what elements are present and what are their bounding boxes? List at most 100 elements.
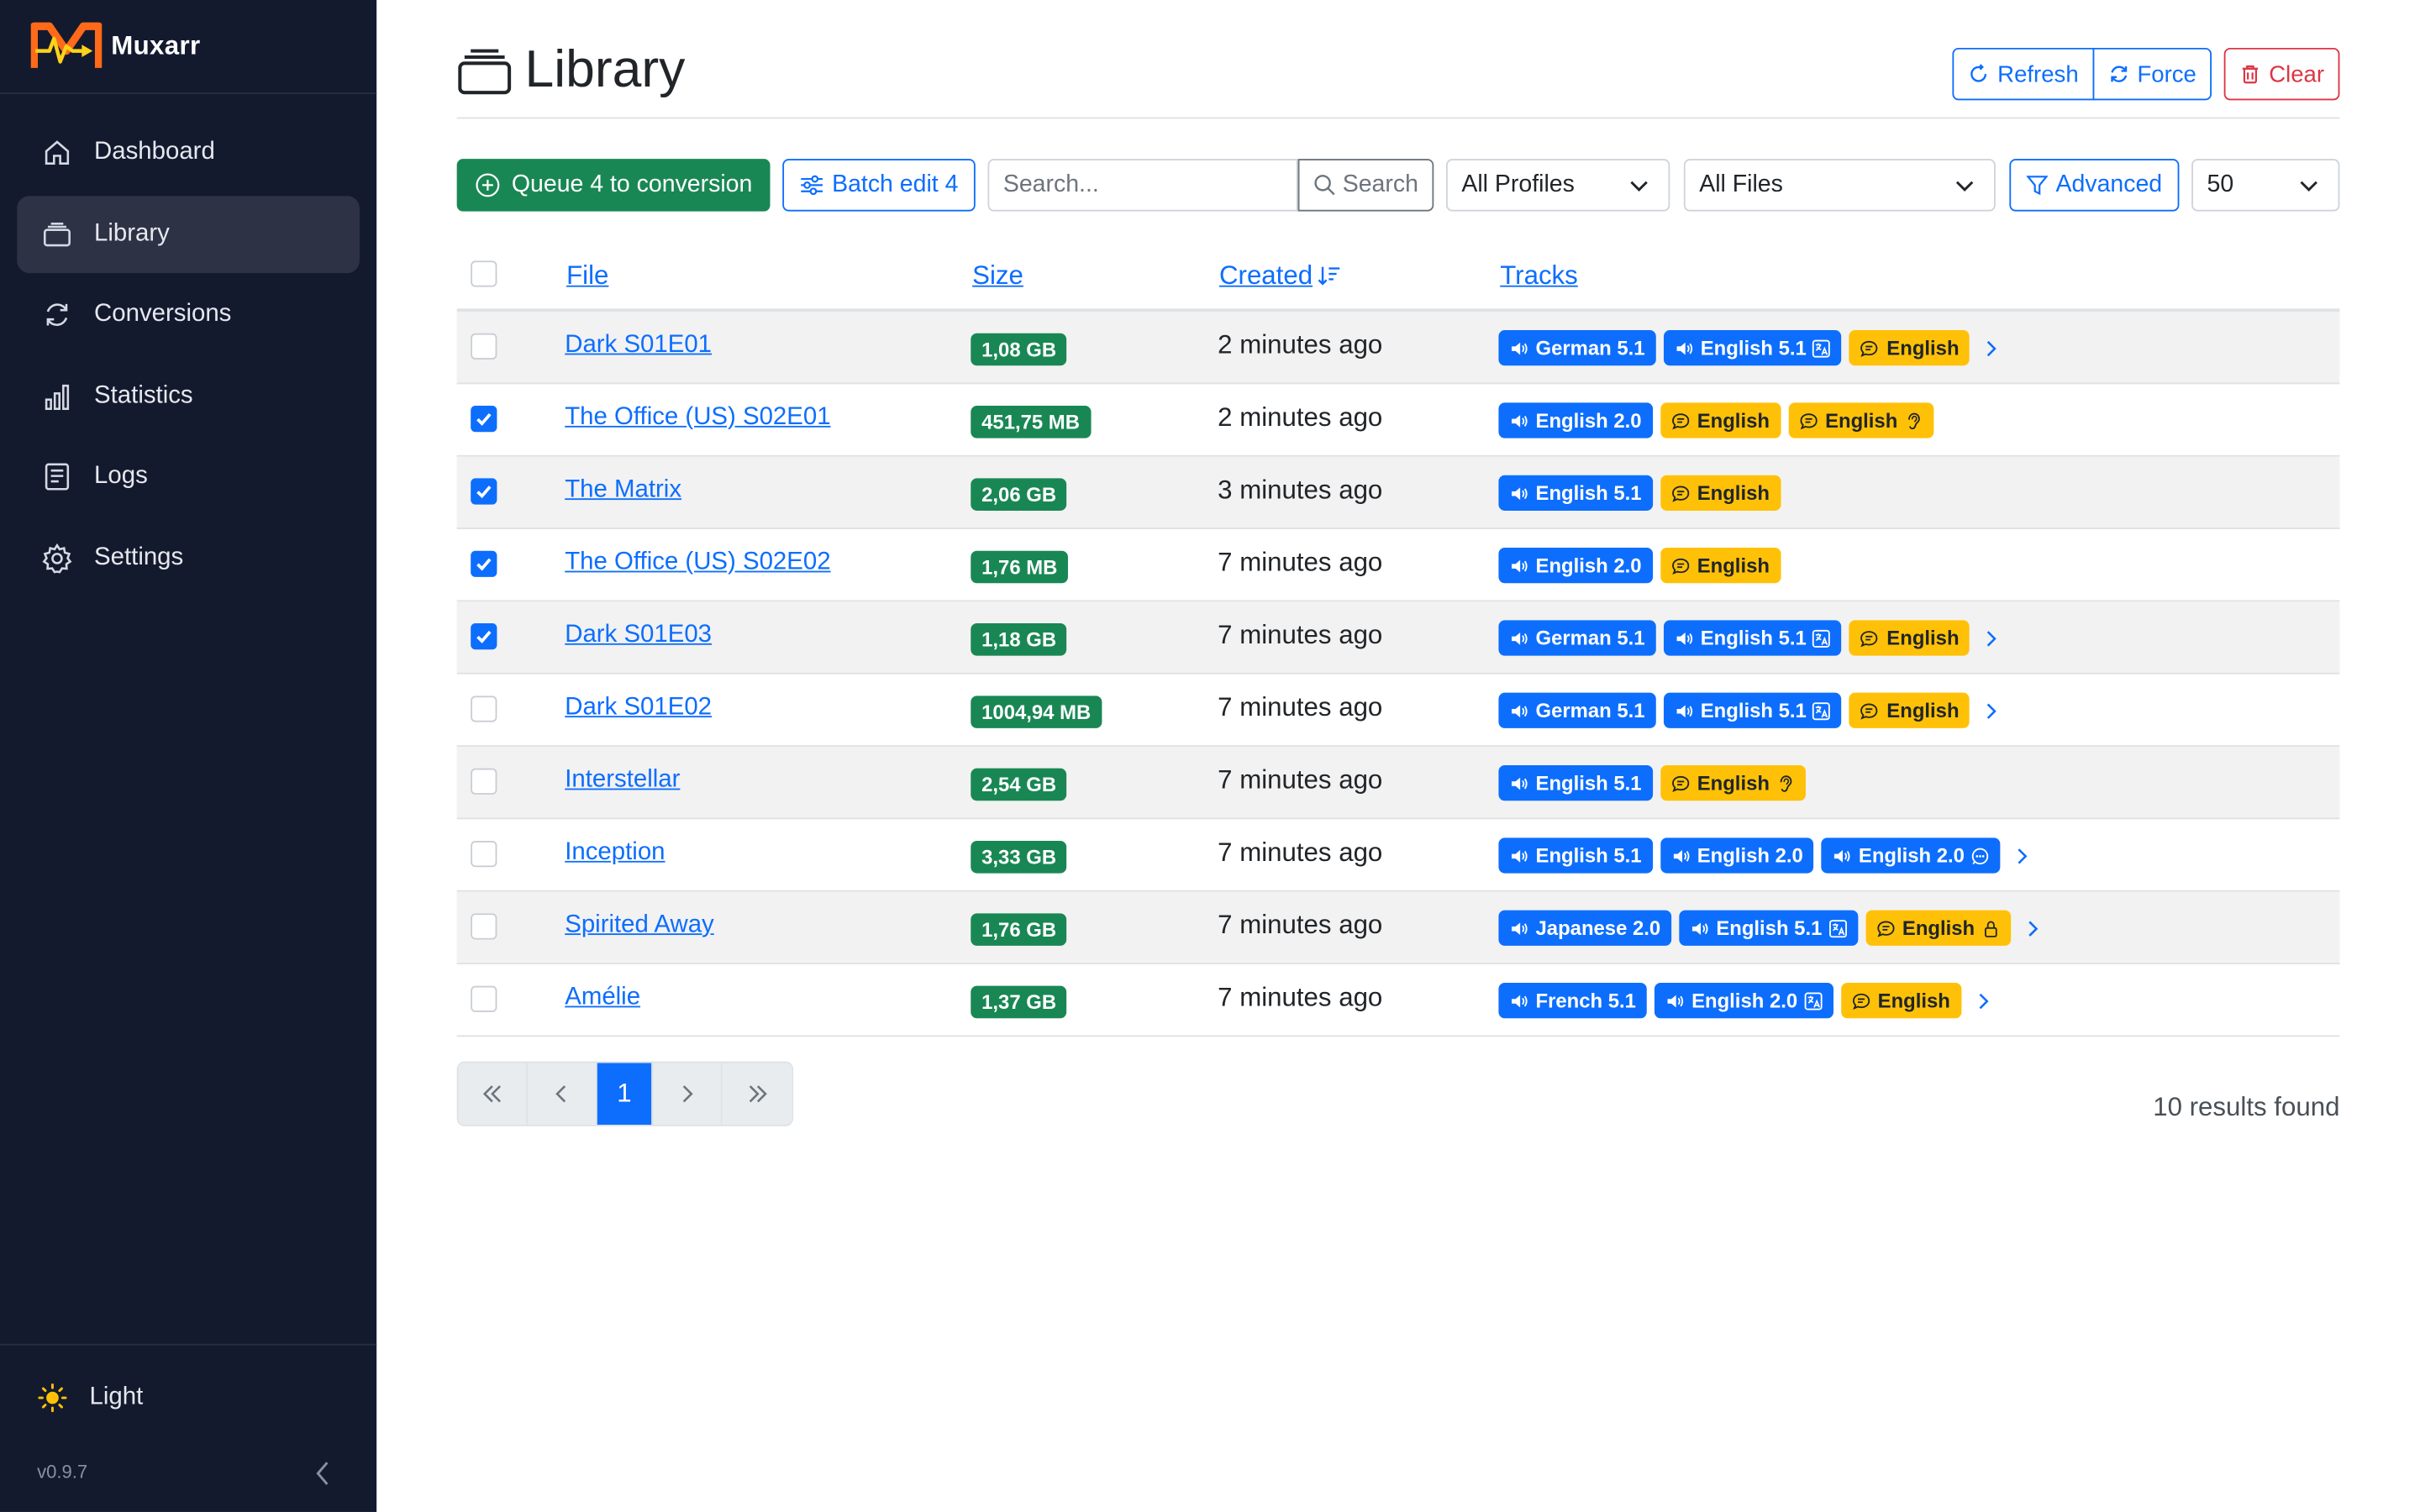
- audio-track-badge: English 5.1: [1663, 692, 1843, 728]
- size-badge: 1,08 GB: [971, 333, 1067, 366]
- created-time: 2 minutes ago: [1218, 402, 1383, 433]
- chevron-right-icon[interactable]: [2021, 917, 2043, 939]
- library-table: File Size Created Tracks Dark S01E01 1,08…: [456, 241, 2340, 1037]
- row-checkbox[interactable]: [471, 841, 497, 868]
- next-page-button[interactable]: [652, 1063, 723, 1125]
- row-checkbox[interactable]: [471, 696, 497, 722]
- chevron-right-icon[interactable]: [1981, 700, 2002, 722]
- file-link[interactable]: Dark S01E03: [565, 622, 712, 649]
- tracks-cell: German 5.1 English 5.1 English: [1498, 620, 2002, 656]
- table-row: Dark S01E02 1004,94 MB 7 minutes ago German…: [456, 675, 2340, 747]
- pagination: 1: [456, 1061, 794, 1126]
- refresh-button[interactable]: Refresh: [1952, 47, 2095, 101]
- sidebar-item-label: Conversions: [94, 301, 232, 328]
- sidebar-item-dashboard[interactable]: Dashboard: [17, 114, 360, 192]
- row-checkbox[interactable]: [471, 623, 497, 650]
- column-tracks-header[interactable]: Tracks: [1500, 260, 1578, 291]
- chevron-left-icon: [316, 1462, 329, 1485]
- column-created-header[interactable]: Created: [1219, 260, 1342, 291]
- collapse-sidebar-button[interactable]: [308, 1457, 336, 1490]
- search-input[interactable]: [987, 159, 1298, 212]
- file-link[interactable]: Dark S01E02: [565, 695, 712, 722]
- audio-track-badge: English 2.0: [1821, 837, 2001, 874]
- search-button[interactable]: Search: [1297, 159, 1434, 212]
- sidebar-item-statistics[interactable]: Statistics: [17, 357, 360, 434]
- chevron-right-icon[interactable]: [2011, 845, 2033, 867]
- row-checkbox[interactable]: [471, 478, 497, 505]
- subtitle-track-badge: English: [1849, 620, 1970, 656]
- file-link[interactable]: Spirited Away: [565, 911, 714, 939]
- sidebar-item-logs[interactable]: Logs: [17, 438, 360, 516]
- audio-track-badge: French 5.1: [1498, 982, 1647, 1019]
- batch-edit-button[interactable]: Batch edit 4: [782, 159, 976, 212]
- profile-filter-select[interactable]: All Profiles: [1445, 159, 1670, 212]
- refresh-icon: [1970, 64, 1987, 82]
- select-all-checkbox[interactable]: [471, 260, 497, 287]
- chevron-right-icon[interactable]: [1981, 337, 2002, 359]
- column-file-header[interactable]: File: [566, 260, 608, 291]
- clear-button[interactable]: Clear: [2223, 47, 2340, 101]
- chevron-right-icon[interactable]: [1981, 627, 2002, 649]
- track-label: English: [1697, 481, 1770, 505]
- row-checkbox[interactable]: [471, 333, 497, 360]
- row-checkbox[interactable]: [471, 913, 497, 940]
- file-filter-select[interactable]: All Files: [1683, 159, 1996, 212]
- tracks-cell: English 5.1 English 2.0 English 2.0: [1498, 837, 2033, 874]
- subtitle-icon: [1671, 557, 1689, 575]
- advanced-filter-button[interactable]: Advanced: [2009, 159, 2180, 212]
- table-row: Spirited Away 1,76 GB 7 minutes ago Japanes…: [456, 891, 2340, 964]
- table-row: Inception 3,33 GB 7 minutes ago English 5.1…: [456, 819, 2340, 892]
- page-size-select[interactable]: 50: [2191, 159, 2340, 212]
- created-time: 2 minutes ago: [1218, 330, 1383, 360]
- first-page-button[interactable]: [458, 1063, 529, 1125]
- lock-icon: [1984, 920, 1996, 937]
- subtitle-icon: [1799, 412, 1817, 429]
- file-link[interactable]: Dark S01E01: [565, 332, 712, 360]
- file-link[interactable]: The Matrix: [565, 477, 681, 505]
- column-size-header[interactable]: Size: [972, 260, 1023, 291]
- theme-toggle[interactable]: Light: [37, 1383, 143, 1414]
- brand[interactable]: Muxarr: [0, 0, 377, 95]
- speaker-icon: [1691, 921, 1708, 935]
- sidebar-item-conversions[interactable]: Conversions: [17, 276, 360, 354]
- file-link[interactable]: The Office (US) S02E02: [565, 549, 830, 577]
- file-link[interactable]: Interstellar: [565, 767, 680, 795]
- file-link[interactable]: Amélie: [565, 984, 640, 1012]
- created-time: 7 minutes ago: [1218, 692, 1383, 722]
- last-page-button[interactable]: [722, 1063, 792, 1125]
- track-label: English 2.0: [1691, 989, 1798, 1012]
- track-label: English 5.1: [1700, 699, 1807, 722]
- row-checkbox[interactable]: [471, 768, 497, 795]
- file-link[interactable]: Inception: [565, 839, 665, 867]
- queue-conversion-button[interactable]: Queue 4 to conversion: [456, 159, 771, 212]
- current-page-button[interactable]: 1: [597, 1063, 653, 1125]
- track-label: English 2.0: [1858, 843, 1965, 868]
- audio-track-badge: English 5.1: [1663, 620, 1843, 656]
- previous-page-button[interactable]: [528, 1063, 597, 1125]
- subtitle-icon: [1861, 630, 1879, 647]
- row-checkbox[interactable]: [471, 550, 497, 577]
- plus-circle-icon: [475, 173, 499, 197]
- speaker-icon: [1512, 486, 1528, 500]
- subtitle-icon: [1861, 339, 1879, 357]
- subtitle-track-badge: English: [1865, 910, 2011, 946]
- track-label: English 5.1: [1535, 771, 1642, 795]
- size-badge: 2,06 GB: [971, 478, 1067, 511]
- refresh-icon: [46, 303, 68, 326]
- size-badge: 1004,94 MB: [971, 696, 1102, 728]
- file-link[interactable]: The Office (US) S02E01: [565, 404, 830, 432]
- tracks-cell: German 5.1 English 5.1 English: [1498, 692, 2002, 728]
- sidebar-item-label: Settings: [94, 543, 184, 570]
- force-refresh-button[interactable]: Force: [2092, 47, 2212, 101]
- tracks-cell: French 5.1 English 2.0 English: [1498, 982, 1994, 1019]
- track-label: English 5.1: [1716, 916, 1823, 940]
- track-label: English: [1697, 408, 1770, 433]
- main-content: Library Refresh Force Clear Queue 4 to c…: [376, 0, 2420, 1512]
- sidebar-item-settings[interactable]: Settings: [17, 519, 360, 596]
- chevron-double-left-icon: [482, 1085, 501, 1103]
- row-checkbox[interactable]: [471, 406, 497, 433]
- home-icon: [45, 140, 70, 165]
- chevron-right-icon[interactable]: [1972, 990, 1994, 1011]
- row-checkbox[interactable]: [471, 985, 497, 1012]
- sidebar-item-library[interactable]: Library: [17, 195, 360, 273]
